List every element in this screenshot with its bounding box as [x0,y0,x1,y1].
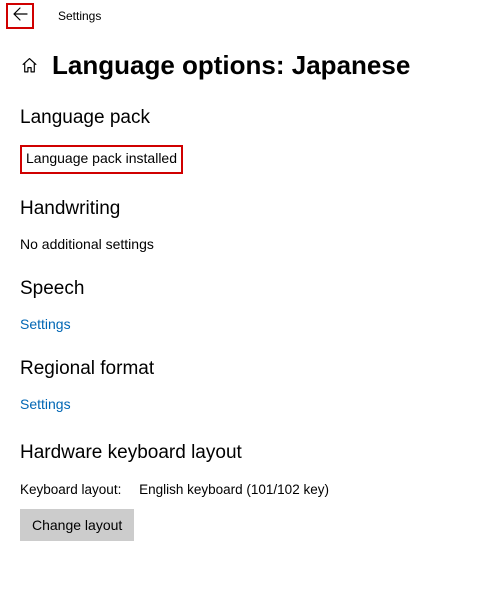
section-heading-hardware-keyboard: Hardware keyboard layout [20,442,480,464]
language-pack-status: Language pack installed [26,150,177,167]
section-speech: Speech Settings [20,278,480,334]
keyboard-layout-row: Keyboard layout: English keyboard (101/1… [20,482,480,497]
back-arrow-icon [12,6,28,27]
page-title: Language options: Japanese [52,50,410,81]
home-icon[interactable] [20,57,38,75]
window-title: Settings [58,9,101,23]
section-hardware-keyboard: Hardware keyboard layout Keyboard layout… [20,442,480,541]
section-handwriting: Handwriting No additional settings [20,198,480,254]
section-heading-regional-format: Regional format [20,358,480,380]
speech-settings-link[interactable]: Settings [20,316,71,332]
titlebar: Settings [0,0,500,32]
section-heading-language-pack: Language pack [20,107,480,129]
back-button[interactable] [6,3,34,29]
section-heading-handwriting: Handwriting [20,198,480,220]
section-heading-speech: Speech [20,278,480,300]
keyboard-layout-value: English keyboard (101/102 key) [139,482,329,497]
section-language-pack: Language pack Language pack installed [20,107,480,174]
handwriting-status: No additional settings [20,236,154,252]
page-header: Language options: Japanese [20,50,480,81]
language-pack-status-highlight: Language pack installed [20,145,183,174]
change-layout-button[interactable]: Change layout [20,509,134,541]
regional-format-settings-link[interactable]: Settings [20,396,71,412]
keyboard-layout-label: Keyboard layout: [20,482,121,497]
section-regional-format: Regional format Settings [20,358,480,414]
